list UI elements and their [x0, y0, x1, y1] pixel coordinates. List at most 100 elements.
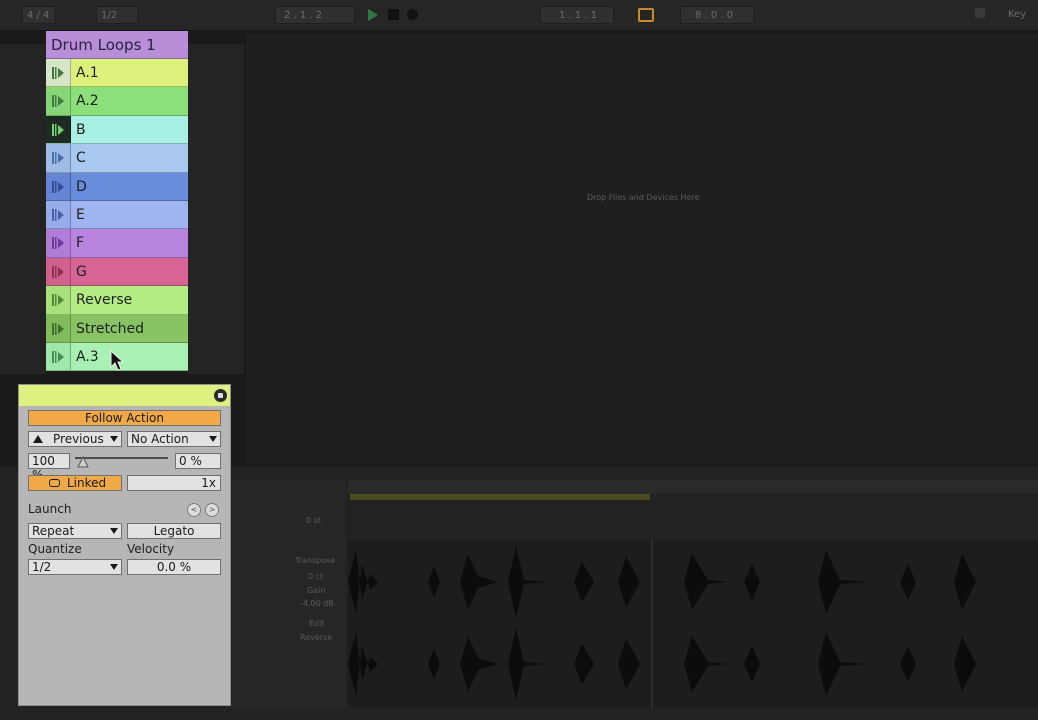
launch-label: Launch	[28, 502, 72, 516]
clip-slot[interactable]: E	[46, 200, 188, 230]
track-column-left	[0, 44, 46, 374]
legato-button[interactable]: Legato	[127, 523, 221, 539]
semitones-value[interactable]: 0 st	[306, 516, 321, 525]
follow-action-toggle[interactable]: Follow Action	[28, 410, 221, 426]
loop-start: 1 . 1 . 1	[559, 10, 598, 21]
clip-name: A.2	[76, 93, 99, 110]
clip-list: Drum Loops 1 A.1 A.2 B C D E F G Reverse Stretche…	[46, 31, 188, 372]
next-icon[interactable]: >	[205, 503, 219, 517]
velocity-value: 0.0 %	[156, 560, 192, 574]
clip-name: A.1	[76, 65, 99, 81]
velocity-label: Velocity	[127, 542, 175, 556]
time-signature: 4 / 4	[27, 10, 50, 21]
clip-launch-button[interactable]	[46, 144, 71, 172]
play-icon	[52, 152, 64, 165]
timeline-ruler[interactable]	[348, 480, 1038, 494]
clip-name: A.3	[76, 348, 99, 365]
stop-icon[interactable]	[388, 9, 399, 20]
clip-slot[interactable]: F	[46, 229, 188, 258]
transport-bar: 4 / 4 1/2 2 . 1 . 2 1 . 1 . 1 8 . 0 . 0 …	[0, 0, 1038, 31]
drop-area[interactable]	[246, 34, 1038, 464]
chance-b-value: 0 %	[179, 454, 202, 468]
loop-brace[interactable]	[350, 494, 650, 500]
chevron-down-icon	[110, 528, 118, 534]
clip-name: B	[76, 121, 86, 138]
loop-switch-icon[interactable]	[638, 8, 654, 22]
panel-header	[19, 385, 230, 406]
chance-slider-handle[interactable]	[77, 456, 89, 468]
follow-action-a-value: Previous	[53, 432, 104, 446]
clip-launch-button[interactable]	[46, 314, 71, 342]
loop-start-box[interactable]: 1 . 1 . 1	[540, 6, 614, 24]
legato-label: Legato	[153, 524, 195, 538]
follow-action-a-select[interactable]: Previous	[28, 431, 122, 447]
close-panel-icon[interactable]	[214, 389, 227, 402]
chance-a-field[interactable]: 100 %	[28, 453, 70, 482]
clip-slot[interactable]: Stretched	[46, 314, 188, 343]
clip-slot[interactable]: B	[46, 115, 188, 145]
clip-name: E	[76, 206, 85, 223]
play-icon	[52, 322, 64, 335]
clip-launch-button[interactable]	[46, 229, 71, 257]
gain-value[interactable]: -4.00 dB	[300, 599, 334, 608]
clip-slot[interactable]: C	[46, 144, 188, 173]
play-icon	[52, 294, 64, 307]
play-icon	[52, 237, 64, 250]
global-quantize: 1/2	[101, 10, 118, 21]
play-icon[interactable]	[368, 9, 378, 21]
mouse-pointer-icon	[110, 350, 124, 371]
gain-label: Gain	[307, 586, 326, 595]
cents-value[interactable]: 0 ct	[308, 572, 323, 581]
waveform-display[interactable]	[348, 540, 1038, 708]
clip-launch-button[interactable]	[46, 286, 71, 314]
time-signature-box[interactable]: 4 / 4	[22, 6, 56, 24]
drop-files-hint: Drop Files and Devices Here	[587, 193, 700, 202]
multiplier-value: 1x	[201, 476, 216, 490]
linked-toggle[interactable]: Linked	[28, 475, 122, 491]
play-icon	[52, 123, 64, 136]
link-icon	[49, 479, 60, 487]
linked-label: Linked	[67, 476, 107, 490]
chance-slider[interactable]	[75, 453, 168, 469]
clip-slot[interactable]: A.1	[46, 59, 188, 88]
reverse-button[interactable]: Reverse	[300, 633, 332, 642]
play-icon	[52, 67, 64, 79]
play-icon	[52, 95, 64, 108]
clip-name: D	[76, 178, 87, 195]
play-icon	[52, 180, 64, 193]
clip-slot[interactable]: D	[46, 172, 188, 201]
clip-launch-button[interactable]	[46, 59, 71, 87]
launch-mode-select[interactable]: Repeat	[28, 523, 122, 539]
pencil-icon[interactable]	[975, 8, 985, 18]
clip-launch-button[interactable]	[46, 87, 71, 115]
clip-launch-button[interactable]	[46, 115, 71, 144]
record-icon[interactable]	[407, 9, 418, 20]
follow-action-label: Follow Action	[84, 411, 165, 425]
clip-name: Reverse	[76, 292, 133, 309]
velocity-field[interactable]: 0.0 %	[127, 559, 221, 575]
multiplier-field[interactable]: 1x	[127, 475, 221, 491]
clip-name: Stretched	[76, 320, 144, 337]
play-icon	[52, 208, 64, 221]
edit-button[interactable]: Edit	[309, 619, 325, 628]
chance-b-field[interactable]: 0 %	[175, 453, 221, 469]
song-position-box[interactable]: 2 . 1 . 2	[275, 6, 355, 24]
previous-icon[interactable]: <	[187, 503, 201, 517]
follow-action-panel: Follow Action Previous No Action 100 % 0…	[18, 384, 231, 706]
sample-settings-panel: 0 st Transpose 0 ct Gain -4.00 dB Edit R…	[232, 480, 346, 708]
clip-slot[interactable]: A.2	[46, 87, 188, 116]
key-map-button[interactable]: Key	[1008, 6, 1026, 23]
launch-quantize-select[interactable]: 1/2	[28, 559, 122, 575]
follow-action-b-select[interactable]: No Action	[127, 431, 221, 447]
chevron-down-icon	[110, 436, 118, 442]
clip-launch-button[interactable]	[46, 257, 71, 286]
global-quantize-box[interactable]: 1/2	[96, 6, 138, 24]
loop-length-box[interactable]: 8 . 0 . 0	[680, 6, 754, 24]
clip-launch-button[interactable]	[46, 172, 71, 200]
waveform-graphic	[348, 540, 976, 708]
clip-slot[interactable]: Reverse	[46, 286, 188, 315]
clip-launch-button[interactable]	[46, 342, 71, 371]
clip-launch-button[interactable]	[46, 200, 71, 229]
chevron-down-icon	[209, 436, 217, 442]
clip-slot[interactable]: G	[46, 257, 188, 287]
